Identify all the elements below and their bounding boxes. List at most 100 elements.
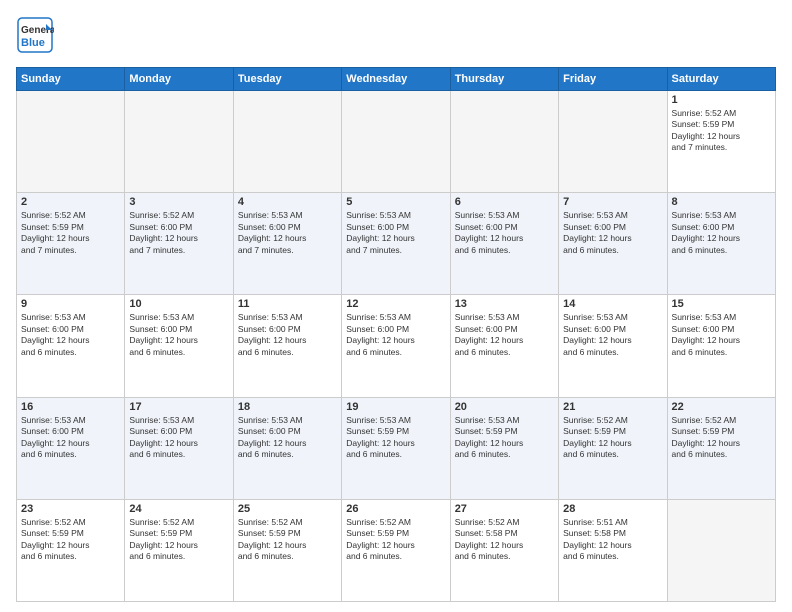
calendar-cell: 28 Sunrise: 5:51 AM Sunset: 5:58 PM Dayli… <box>559 499 667 601</box>
calendar-cell: 9 Sunrise: 5:53 AM Sunset: 6:00 PM Daylig… <box>17 295 125 397</box>
day-number: 17 <box>129 401 228 413</box>
calendar-cell: 11 Sunrise: 5:53 AM Sunset: 6:00 PM Dayli… <box>233 295 341 397</box>
day-info: Sunrise: 5:53 AM Sunset: 6:00 PM Dayligh… <box>21 312 120 358</box>
calendar-cell: 4 Sunrise: 5:53 AM Sunset: 6:00 PM Daylig… <box>233 193 341 295</box>
weekday-saturday: Saturday <box>667 68 775 91</box>
day-info: Sunrise: 5:52 AM Sunset: 5:59 PM Dayligh… <box>21 210 120 256</box>
day-info: Sunrise: 5:53 AM Sunset: 6:00 PM Dayligh… <box>346 312 445 358</box>
day-info: Sunrise: 5:53 AM Sunset: 5:59 PM Dayligh… <box>455 415 554 461</box>
calendar-cell: 23 Sunrise: 5:52 AM Sunset: 5:59 PM Dayli… <box>17 499 125 601</box>
day-info: Sunrise: 5:53 AM Sunset: 6:00 PM Dayligh… <box>238 312 337 358</box>
calendar-cell: 6 Sunrise: 5:53 AM Sunset: 6:00 PM Daylig… <box>450 193 558 295</box>
calendar-cell: 24 Sunrise: 5:52 AM Sunset: 5:59 PM Dayli… <box>125 499 233 601</box>
day-number: 13 <box>455 298 554 310</box>
day-info: Sunrise: 5:52 AM Sunset: 5:59 PM Dayligh… <box>346 517 445 563</box>
calendar-cell: 12 Sunrise: 5:53 AM Sunset: 6:00 PM Dayli… <box>342 295 450 397</box>
day-info: Sunrise: 5:53 AM Sunset: 6:00 PM Dayligh… <box>129 415 228 461</box>
calendar-cell: 3 Sunrise: 5:52 AM Sunset: 6:00 PM Daylig… <box>125 193 233 295</box>
calendar-cell: 1 Sunrise: 5:52 AM Sunset: 5:59 PM Daylig… <box>667 91 775 193</box>
calendar-cell: 21 Sunrise: 5:52 AM Sunset: 5:59 PM Dayli… <box>559 397 667 499</box>
day-info: Sunrise: 5:53 AM Sunset: 6:00 PM Dayligh… <box>238 415 337 461</box>
calendar-cell <box>233 91 341 193</box>
day-info: Sunrise: 5:53 AM Sunset: 6:00 PM Dayligh… <box>238 210 337 256</box>
day-number: 10 <box>129 298 228 310</box>
calendar-cell: 25 Sunrise: 5:52 AM Sunset: 5:59 PM Dayli… <box>233 499 341 601</box>
calendar-week-4: 16 Sunrise: 5:53 AM Sunset: 6:00 PM Dayli… <box>17 397 776 499</box>
day-number: 26 <box>346 503 445 515</box>
weekday-header-row: SundayMondayTuesdayWednesdayThursdayFrid… <box>17 68 776 91</box>
day-number: 28 <box>563 503 662 515</box>
calendar-cell <box>559 91 667 193</box>
day-number: 11 <box>238 298 337 310</box>
day-number: 15 <box>672 298 771 310</box>
weekday-monday: Monday <box>125 68 233 91</box>
day-number: 4 <box>238 196 337 208</box>
day-info: Sunrise: 5:53 AM Sunset: 6:00 PM Dayligh… <box>455 210 554 256</box>
header: General Blue <box>16 16 776 59</box>
logo-icon: General Blue <box>16 16 54 54</box>
day-info: Sunrise: 5:52 AM Sunset: 5:59 PM Dayligh… <box>672 108 771 154</box>
day-info: Sunrise: 5:52 AM Sunset: 5:58 PM Dayligh… <box>455 517 554 563</box>
day-info: Sunrise: 5:52 AM Sunset: 5:59 PM Dayligh… <box>129 517 228 563</box>
day-number: 8 <box>672 196 771 208</box>
calendar-table: SundayMondayTuesdayWednesdayThursdayFrid… <box>16 67 776 602</box>
day-info: Sunrise: 5:52 AM Sunset: 5:59 PM Dayligh… <box>21 517 120 563</box>
day-info: Sunrise: 5:53 AM Sunset: 6:00 PM Dayligh… <box>563 210 662 256</box>
calendar-cell: 2 Sunrise: 5:52 AM Sunset: 5:59 PM Daylig… <box>17 193 125 295</box>
weekday-sunday: Sunday <box>17 68 125 91</box>
day-info: Sunrise: 5:53 AM Sunset: 6:00 PM Dayligh… <box>346 210 445 256</box>
calendar-cell <box>17 91 125 193</box>
page: General Blue SundayMondayTuesdayWednesda… <box>0 0 792 612</box>
calendar-cell: 19Sunrise: 5:53 AM Sunset: 5:59 PM Dayli… <box>342 397 450 499</box>
day-info: Sunrise: 5:52 AM Sunset: 6:00 PM Dayligh… <box>129 210 228 256</box>
day-info: Sunrise: 5:53 AM Sunset: 6:00 PM Dayligh… <box>672 210 771 256</box>
calendar-cell: 27 Sunrise: 5:52 AM Sunset: 5:58 PM Dayli… <box>450 499 558 601</box>
day-number: 25 <box>238 503 337 515</box>
day-number: 18 <box>238 401 337 413</box>
calendar-cell: 13 Sunrise: 5:53 AM Sunset: 6:00 PM Dayli… <box>450 295 558 397</box>
day-number: 14 <box>563 298 662 310</box>
calendar-cell: 18 Sunrise: 5:53 AM Sunset: 6:00 PM Dayli… <box>233 397 341 499</box>
day-info: Sunrise: 5:52 AM Sunset: 5:59 PM Dayligh… <box>563 415 662 461</box>
day-number: 9 <box>21 298 120 310</box>
day-info: Sunrise: 5:51 AM Sunset: 5:58 PM Dayligh… <box>563 517 662 563</box>
day-number: 7 <box>563 196 662 208</box>
day-info: Sunrise: 5:52 AM Sunset: 5:59 PM Dayligh… <box>238 517 337 563</box>
day-number: 12 <box>346 298 445 310</box>
logo: General Blue <box>16 16 54 59</box>
weekday-friday: Friday <box>559 68 667 91</box>
day-number: 27 <box>455 503 554 515</box>
calendar-cell: 22 Sunrise: 5:52 AM Sunset: 5:59 PM Dayli… <box>667 397 775 499</box>
calendar-cell: 5Sunrise: 5:53 AM Sunset: 6:00 PM Daylig… <box>342 193 450 295</box>
day-number: 21 <box>563 401 662 413</box>
day-info: Sunrise: 5:53 AM Sunset: 6:00 PM Dayligh… <box>455 312 554 358</box>
calendar-week-3: 9 Sunrise: 5:53 AM Sunset: 6:00 PM Daylig… <box>17 295 776 397</box>
day-info: Sunrise: 5:53 AM Sunset: 6:00 PM Dayligh… <box>21 415 120 461</box>
weekday-wednesday: Wednesday <box>342 68 450 91</box>
day-number: 2 <box>21 196 120 208</box>
calendar-cell <box>450 91 558 193</box>
day-info: Sunrise: 5:52 AM Sunset: 5:59 PM Dayligh… <box>672 415 771 461</box>
day-info: Sunrise: 5:53 AM Sunset: 5:59 PM Dayligh… <box>346 415 445 461</box>
calendar-cell: 20 Sunrise: 5:53 AM Sunset: 5:59 PM Dayli… <box>450 397 558 499</box>
weekday-thursday: Thursday <box>450 68 558 91</box>
day-number: 16 <box>21 401 120 413</box>
day-number: 6 <box>455 196 554 208</box>
calendar-cell: 16 Sunrise: 5:53 AM Sunset: 6:00 PM Dayli… <box>17 397 125 499</box>
calendar-cell: 14Sunrise: 5:53 AM Sunset: 6:00 PM Dayli… <box>559 295 667 397</box>
day-info: Sunrise: 5:53 AM Sunset: 6:00 PM Dayligh… <box>129 312 228 358</box>
day-number: 22 <box>672 401 771 413</box>
calendar-cell <box>667 499 775 601</box>
day-number: 3 <box>129 196 228 208</box>
calendar-cell <box>125 91 233 193</box>
day-number: 23 <box>21 503 120 515</box>
calendar-cell: 8 Sunrise: 5:53 AM Sunset: 6:00 PM Daylig… <box>667 193 775 295</box>
calendar-week-2: 2 Sunrise: 5:52 AM Sunset: 5:59 PM Daylig… <box>17 193 776 295</box>
day-number: 1 <box>672 94 771 106</box>
calendar-cell: 10 Sunrise: 5:53 AM Sunset: 6:00 PM Dayli… <box>125 295 233 397</box>
calendar-week-5: 23 Sunrise: 5:52 AM Sunset: 5:59 PM Dayli… <box>17 499 776 601</box>
calendar-cell: 17 Sunrise: 5:53 AM Sunset: 6:00 PM Dayli… <box>125 397 233 499</box>
day-info: Sunrise: 5:53 AM Sunset: 6:00 PM Dayligh… <box>672 312 771 358</box>
day-number: 24 <box>129 503 228 515</box>
day-number: 20 <box>455 401 554 413</box>
